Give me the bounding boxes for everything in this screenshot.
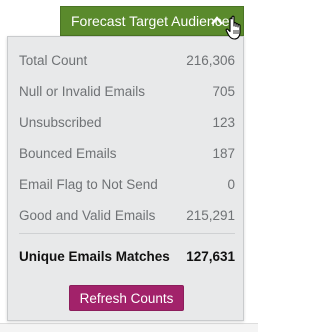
count-row-total: Total Count 216,306 [19, 45, 235, 76]
forecast-results-panel: Total Count 216,306 Null or Invalid Emai… [7, 36, 244, 321]
count-row-bounced: Bounced Emails 187 [19, 138, 235, 169]
row-value: 705 [212, 84, 235, 99]
row-value: 216,306 [186, 53, 235, 68]
row-label: Total Count [19, 53, 88, 68]
count-row-null-invalid: Null or Invalid Emails 705 [19, 76, 235, 107]
row-value: 0 [227, 177, 235, 192]
divider [19, 233, 235, 234]
count-row-good-valid: Good and Valid Emails 215,291 [19, 200, 235, 231]
row-value: 187 [212, 146, 235, 161]
unique-emails-value: 127,631 [186, 248, 235, 264]
row-label: Email Flag to Not Send [19, 177, 158, 192]
row-value: 215,291 [186, 208, 235, 223]
count-rows: Total Count 216,306 Null or Invalid Emai… [19, 45, 235, 231]
background-strip [0, 323, 258, 332]
row-value: 123 [212, 115, 235, 130]
chevron-up-icon[interactable] [211, 16, 223, 26]
count-row-flag-not-send: Email Flag to Not Send 0 [19, 169, 235, 200]
hand-cursor-icon [225, 15, 241, 40]
refresh-counts-label: Refresh Counts [79, 290, 174, 306]
refresh-counts-button[interactable]: Refresh Counts [69, 285, 184, 311]
row-label: Bounced Emails [19, 146, 117, 161]
forecast-audience-widget: Forecast Target Audience Total Count 216… [0, 0, 258, 332]
forecast-target-audience-button[interactable]: Forecast Target Audience [60, 6, 244, 36]
row-label: Unsubscribed [19, 115, 102, 130]
unique-emails-row: Unique Emails Matches 127,631 [19, 242, 235, 270]
row-label: Null or Invalid Emails [19, 84, 146, 99]
count-row-unsubscribed: Unsubscribed 123 [19, 107, 235, 138]
unique-emails-label: Unique Emails Matches [19, 248, 170, 264]
forecast-button-label: Forecast Target Audience [71, 13, 230, 29]
row-label: Good and Valid Emails [19, 208, 156, 223]
